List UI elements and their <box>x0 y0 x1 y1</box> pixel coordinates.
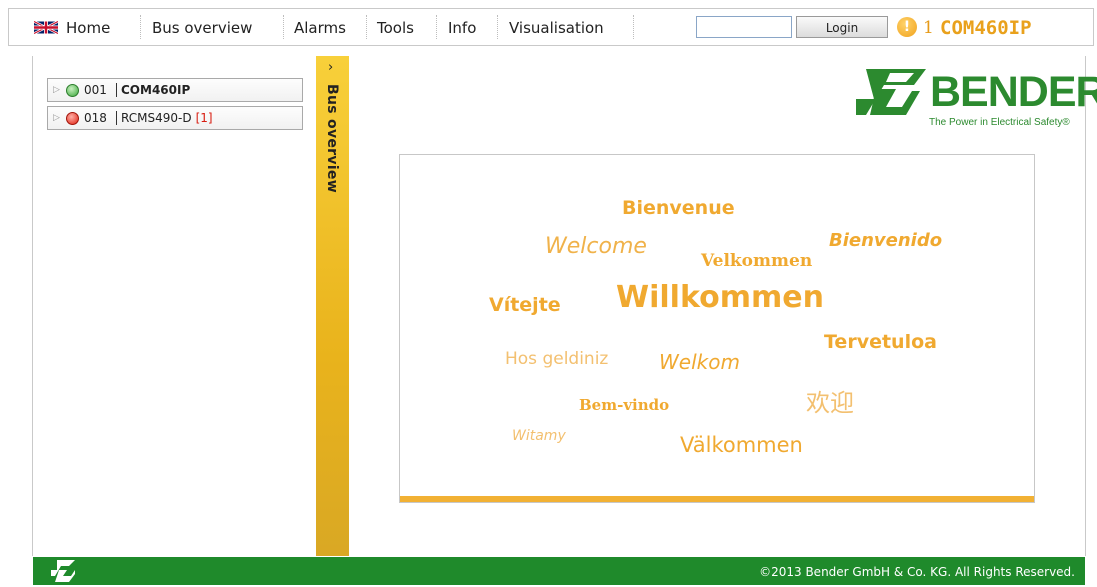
uk-flag-icon[interactable] <box>34 20 58 35</box>
login-password-field[interactable] <box>696 16 792 38</box>
nav-info[interactable]: Info <box>448 9 476 45</box>
device-title: COM460IP <box>940 17 1032 39</box>
tree-item-name: COM460IP <box>121 83 191 97</box>
login-button[interactable]: Login <box>796 16 888 38</box>
nav-divider <box>283 15 284 39</box>
welcome-word: Vítejte <box>489 294 561 316</box>
tree-item-divider <box>116 83 117 97</box>
welcome-word: Velkommen <box>701 251 813 271</box>
welcome-word: Bienvenue <box>622 197 735 219</box>
expand-triangle-icon[interactable]: ▷ <box>53 107 60 129</box>
nav-divider <box>436 15 437 39</box>
nav-visualisation[interactable]: Visualisation <box>509 9 604 45</box>
welcome-word: Willkommen <box>616 280 824 315</box>
tree-item-name-wrap: RCMS490-D [1] <box>121 107 213 129</box>
side-tab-label: Bus overview <box>324 84 340 193</box>
welcome-word: Bienvenido <box>829 230 943 251</box>
nav-divider <box>140 15 141 39</box>
bender-lightning-logo-icon <box>856 69 926 115</box>
welcome-word: Bem-vindo <box>579 396 670 414</box>
tree-item-divider <box>116 111 117 125</box>
tree-item-name: RCMS490-D <box>121 111 192 125</box>
status-ok-icon <box>66 84 79 97</box>
nav-bus-overview[interactable]: Bus overview <box>152 9 252 45</box>
tree-item-address: 018 <box>84 111 107 125</box>
nav-tools[interactable]: Tools <box>377 9 414 45</box>
logo-wordmark: BENDER <box>930 68 1097 116</box>
nav-home[interactable]: Home <box>66 9 110 45</box>
welcome-panel: Bienvenue Welcome Bienvenido Velkommen V… <box>399 154 1035 503</box>
expand-triangle-icon[interactable]: ▷ <box>53 79 60 101</box>
welcome-word: Welkom <box>659 350 740 374</box>
welcome-word: 欢迎 <box>806 389 854 417</box>
status-alarm-icon <box>66 112 79 125</box>
bus-overview-side-tab[interactable]: › Bus overview <box>316 56 349 556</box>
welcome-word: Witamy <box>512 428 566 444</box>
logo-tagline: The Power in Electrical Safety® <box>929 117 1070 128</box>
footer-bar: ©2013 Bender GmbH & Co. KG. All Rights R… <box>33 557 1085 585</box>
welcome-word: Welcome <box>545 234 647 259</box>
bender-logo: BENDER The Power in Electrical Safety® <box>856 67 1097 147</box>
footer-copyright: ©2013 Bender GmbH & Co. KG. All Rights R… <box>759 565 1075 579</box>
alarm-count[interactable]: 1 <box>923 9 934 47</box>
chevron-right-icon[interactable]: › <box>328 60 333 75</box>
tree-item-rcms490-d[interactable]: ▷ 018 RCMS490-D [1] <box>47 106 303 130</box>
tree-item-address: 001 <box>84 83 107 97</box>
alarm-warning-icon[interactable]: ! <box>897 17 917 37</box>
nav-divider <box>633 15 634 39</box>
welcome-word: Hos geldiniz <box>505 349 609 369</box>
nav-divider <box>497 15 498 39</box>
bender-footer-logo-icon <box>51 560 75 582</box>
welcome-word: Tervetuloa <box>824 331 937 353</box>
welcome-accent-bar <box>400 496 1034 502</box>
nav-divider <box>366 15 367 39</box>
tree-item-com460ip[interactable]: ▷ 001 COM460IP <box>47 78 303 102</box>
tree-item-alarm-count: [1] <box>195 111 213 125</box>
welcome-word: Välkommen <box>680 433 803 457</box>
top-navigation-bar: Home Bus overview Alarms Tools Info Visu… <box>8 8 1094 46</box>
nav-alarms[interactable]: Alarms <box>294 9 346 45</box>
